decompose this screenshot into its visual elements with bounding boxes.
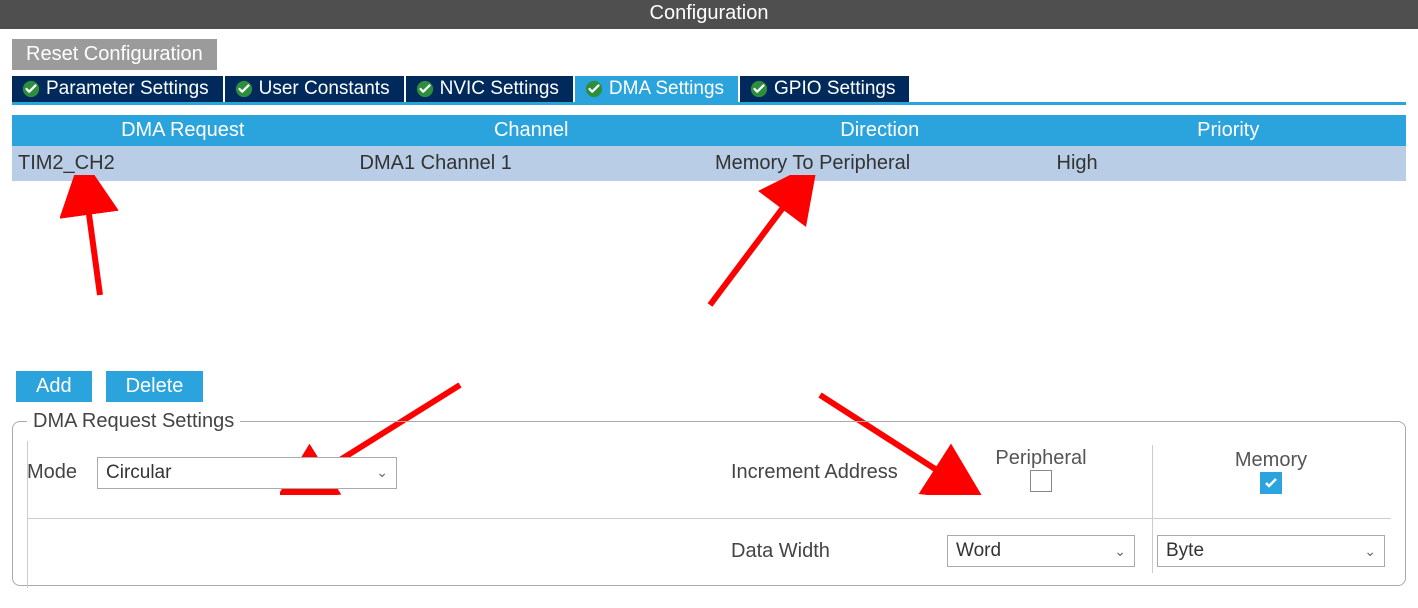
tab-label: GPIO Settings [774, 78, 895, 100]
table-action-buttons: Add Delete [12, 371, 1406, 410]
data-width-label: Data Width [731, 540, 931, 563]
memory-column-header: Memory [1151, 449, 1391, 497]
settings-legend: DMA Request Settings [27, 410, 240, 433]
title-text: Configuration [650, 2, 769, 24]
table-header-row: DMA Request Channel Direction Priority [12, 115, 1406, 146]
vertical-divider [1152, 445, 1153, 573]
tab-label: Parameter Settings [46, 78, 209, 100]
peripheral-column-header: Peripheral [941, 447, 1141, 498]
mode-select[interactable]: Circular ⌄ [97, 457, 397, 489]
cell-priority[interactable]: High [1051, 146, 1407, 181]
reset-configuration-button[interactable]: Reset Configuration [12, 39, 217, 70]
mode-value: Circular [106, 462, 171, 484]
tab-label: DMA Settings [609, 78, 724, 100]
tab-dma-settings[interactable]: DMA Settings [575, 76, 738, 102]
table-row[interactable]: TIM2_CH2 DMA1 Channel 1 Memory To Periph… [12, 146, 1406, 181]
chevron-down-icon: ⌄ [1114, 543, 1126, 560]
toolbar: Reset Configuration [0, 29, 1418, 76]
data-width-memory-value: Byte [1166, 540, 1204, 562]
tab-label: NVIC Settings [440, 78, 559, 100]
col-header-direction[interactable]: Direction [709, 115, 1051, 146]
add-button[interactable]: Add [16, 371, 92, 402]
data-width-memory-select[interactable]: Byte ⌄ [1157, 535, 1385, 567]
col-header-priority[interactable]: Priority [1051, 115, 1407, 146]
content-area: DMA Request Channel Direction Priority T… [0, 105, 1418, 598]
data-width-peripheral-select[interactable]: Word ⌄ [947, 535, 1135, 567]
cell-direction[interactable]: Memory To Peripheral [709, 146, 1051, 181]
mode-label: Mode [27, 461, 87, 484]
check-icon [585, 80, 603, 98]
data-width-peripheral-value: Word [956, 540, 1001, 562]
title-bar: Configuration [0, 0, 1418, 29]
tab-parameter-settings[interactable]: Parameter Settings [12, 76, 223, 102]
tab-nvic-settings[interactable]: NVIC Settings [406, 76, 573, 102]
chevron-down-icon: ⌄ [376, 464, 388, 481]
tab-label: User Constants [259, 78, 390, 100]
dma-table: DMA Request Channel Direction Priority T… [12, 115, 1406, 181]
col-header-channel[interactable]: Channel [354, 115, 709, 146]
dma-request-settings-group: DMA Request Settings Mode Circular ⌄ Inc… [12, 410, 1406, 586]
cell-dma-request[interactable]: TIM2_CH2 [12, 146, 354, 181]
tab-bar: Parameter Settings User Constants NVIC S… [0, 76, 1418, 102]
col-header-dma-request[interactable]: DMA Request [12, 115, 354, 146]
cell-channel[interactable]: DMA1 Channel 1 [354, 146, 709, 181]
check-icon [416, 80, 434, 98]
chevron-down-icon: ⌄ [1364, 543, 1376, 560]
check-icon [235, 80, 253, 98]
check-icon [750, 80, 768, 98]
tab-gpio-settings[interactable]: GPIO Settings [740, 76, 909, 102]
increment-address-label: Increment Address [731, 461, 931, 484]
check-icon [22, 80, 40, 98]
tab-user-constants[interactable]: User Constants [225, 76, 404, 102]
increment-peripheral-checkbox[interactable] [1030, 470, 1052, 492]
delete-button[interactable]: Delete [106, 371, 204, 402]
increment-memory-checkbox[interactable] [1260, 472, 1282, 494]
